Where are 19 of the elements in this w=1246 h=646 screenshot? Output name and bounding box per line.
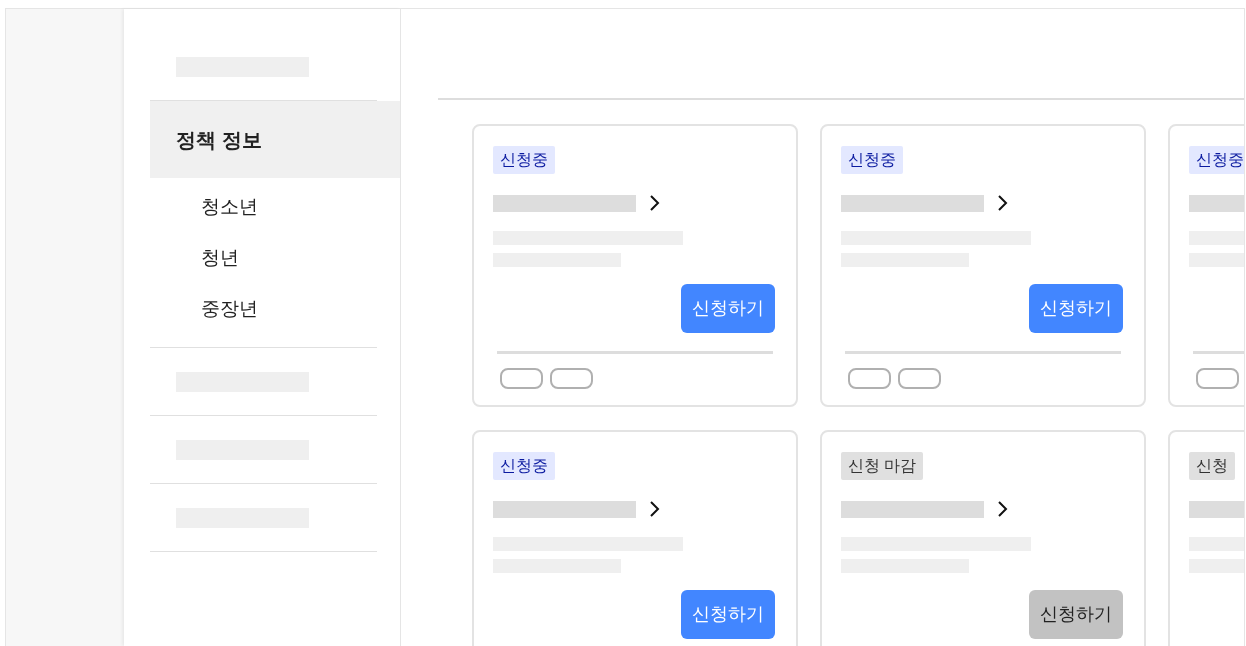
chevron-right-icon[interactable] — [649, 194, 660, 212]
tag-chip[interactable] — [550, 368, 593, 389]
tag-chip[interactable] — [898, 368, 941, 389]
chevron-right-icon[interactable] — [997, 500, 1008, 518]
status-badge: 신청 마감 — [841, 452, 924, 480]
status-badge: 신청중 — [493, 146, 555, 174]
status-badge: 신청중 — [493, 452, 555, 480]
status-badge: 신청중 — [841, 146, 903, 174]
sidebar-item[interactable]: 청소년 — [201, 193, 258, 222]
tag-chip[interactable] — [500, 368, 543, 389]
tag-chip[interactable] — [848, 368, 891, 389]
sidebar-item[interactable]: 중장년 — [201, 295, 258, 324]
chevron-right-icon[interactable] — [997, 194, 1008, 212]
tag-chip[interactable] — [1196, 368, 1239, 389]
chevron-right-icon[interactable] — [649, 500, 660, 518]
sidebar-section-title[interactable]: 정책 정보 — [150, 101, 400, 178]
status-badge: 신청중 — [1189, 146, 1244, 174]
sidebar-item[interactable]: 청년 — [201, 244, 239, 273]
status-badge: 신청 — [1189, 452, 1235, 480]
